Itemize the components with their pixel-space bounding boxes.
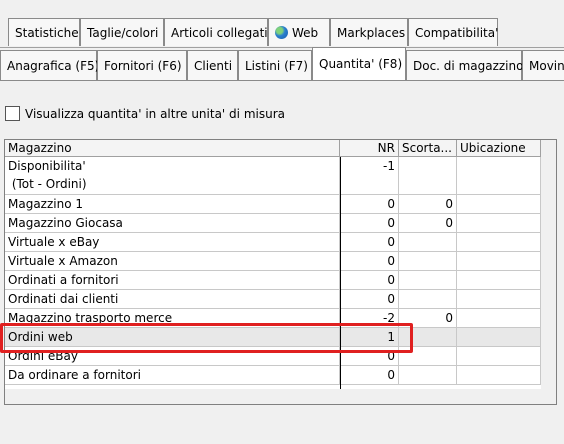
table-cell-ubicazione[interactable] xyxy=(457,347,541,366)
row-name-line2: (Tot - Ordini) xyxy=(8,177,87,191)
table-cell-ubicazione[interactable] xyxy=(457,290,541,309)
tab-clienti[interactable]: Clienti xyxy=(187,50,238,80)
table-row-name[interactable]: Magazzino 1 xyxy=(5,195,340,214)
row-name-line1: Disponibilita' xyxy=(8,159,86,173)
tab-label: Quantita' (F8) xyxy=(319,57,403,71)
tab-statistiche[interactable]: Statistiche xyxy=(8,18,80,46)
table-row-name[interactable]: Ordinati a fornitori xyxy=(5,271,340,290)
tab-label: Movin xyxy=(529,59,564,73)
tab-label: Listini (F7) xyxy=(245,59,308,73)
header-magazzino[interactable]: Magazzino xyxy=(5,140,340,157)
table-cell-ubicazione[interactable] xyxy=(457,233,541,252)
table-cell-ubicazione[interactable] xyxy=(457,271,541,290)
tab-articoli-collegati[interactable]: Articoli collegati xyxy=(164,18,268,46)
table-cell-nr[interactable]: 0 xyxy=(340,366,399,385)
tab-movimenti[interactable]: Movin xyxy=(522,50,564,80)
grid-footer xyxy=(5,389,556,404)
table-cell-ubicazione[interactable] xyxy=(457,195,541,214)
table-cell-scorta[interactable] xyxy=(399,233,457,252)
table-cell-scorta[interactable] xyxy=(399,157,457,195)
table-row-name[interactable]: Da ordinare a fornitori xyxy=(5,366,340,385)
table-cell-nr[interactable]: 0 xyxy=(340,252,399,271)
table-row-name[interactable]: Disponibilita' (Tot - Ordini) xyxy=(5,157,340,195)
tab-compatibilita[interactable]: Compatibilita' xyxy=(408,18,498,46)
table-row-name[interactable]: Ordinati dai clienti xyxy=(5,290,340,309)
table-row-name[interactable]: Virtuale x eBay xyxy=(5,233,340,252)
tab-label: Statistiche xyxy=(15,26,79,40)
checkbox-label: Visualizza quantita' in altre unita' di … xyxy=(25,107,285,121)
tab-divider xyxy=(0,80,564,81)
table-cell-nr[interactable]: 0 xyxy=(340,214,399,233)
highlight-box xyxy=(0,323,413,353)
table-cell-nr[interactable]: 0 xyxy=(340,271,399,290)
tab-label: Anagrafica (F5) xyxy=(7,59,100,73)
tab-row-top: Statistiche Taglie/colori Articoli colle… xyxy=(0,0,564,48)
header-scorta[interactable]: Scorta... xyxy=(399,140,457,157)
table-cell-scorta[interactable] xyxy=(399,366,457,385)
table-cell-nr[interactable]: 0 xyxy=(340,195,399,214)
tab-label: Taglie/colori xyxy=(87,26,159,40)
table-cell-ubicazione[interactable] xyxy=(457,366,541,385)
column-divider xyxy=(340,157,341,389)
tab-web[interactable]: Web xyxy=(268,18,330,46)
table-cell-ubicazione[interactable] xyxy=(457,157,541,195)
tab-listini[interactable]: Listini (F7) xyxy=(238,50,312,80)
grid-empty-area xyxy=(541,140,556,404)
table-cell-ubicazione[interactable] xyxy=(457,309,541,328)
table-cell-scorta[interactable]: 0 xyxy=(399,195,457,214)
checkbox-row[interactable]: Visualizza quantita' in altre unita' di … xyxy=(5,105,285,123)
magazzino-grid[interactable]: Magazzino NR Scorta... Ubicazione Dispon… xyxy=(4,139,557,405)
tab-label: Fornitori (F6) xyxy=(104,59,182,73)
header-nr[interactable]: NR xyxy=(340,140,399,157)
header-ubicazione[interactable]: Ubicazione xyxy=(457,140,541,157)
table-row-name[interactable]: Virtuale x Amazon xyxy=(5,252,340,271)
tab-taglie-colori[interactable]: Taglie/colori xyxy=(80,18,164,46)
table-cell-nr[interactable]: -1 xyxy=(340,157,399,195)
table-cell-scorta[interactable] xyxy=(399,290,457,309)
tab-label: Markplaces xyxy=(337,26,406,40)
tab-anagrafica[interactable]: Anagrafica (F5) xyxy=(0,50,100,80)
table-cell-ubicazione[interactable] xyxy=(457,252,541,271)
table-cell-scorta[interactable] xyxy=(399,252,457,271)
tab-quantita[interactable]: Quantita' (F8) xyxy=(312,47,406,80)
table-cell-ubicazione[interactable] xyxy=(457,214,541,233)
tab-row-bottom: Anagrafica (F5) Fornitori (F6) Clienti L… xyxy=(0,47,564,80)
tab-label: Web xyxy=(292,26,319,40)
tab-label: Clienti xyxy=(194,59,233,73)
tab-markplaces[interactable]: Markplaces xyxy=(330,18,408,46)
table-cell-nr[interactable]: 0 xyxy=(340,290,399,309)
table-cell-ubicazione[interactable] xyxy=(457,328,541,347)
checkbox-altre-unita[interactable] xyxy=(5,106,20,121)
table-cell-scorta[interactable]: 0 xyxy=(399,214,457,233)
tab-label: Compatibilita' xyxy=(415,26,499,40)
tab-fornitori[interactable]: Fornitori (F6) xyxy=(97,50,187,80)
tab-label: Doc. di magazzino xyxy=(413,59,524,73)
tab-label: Articoli collegati xyxy=(171,26,268,40)
table-cell-scorta[interactable] xyxy=(399,271,457,290)
table-row-name[interactable]: Magazzino Giocasa xyxy=(5,214,340,233)
table-cell-nr[interactable]: 0 xyxy=(340,233,399,252)
globe-icon xyxy=(275,26,288,39)
tab-doc-magazzino[interactable]: Doc. di magazzino xyxy=(406,50,524,80)
